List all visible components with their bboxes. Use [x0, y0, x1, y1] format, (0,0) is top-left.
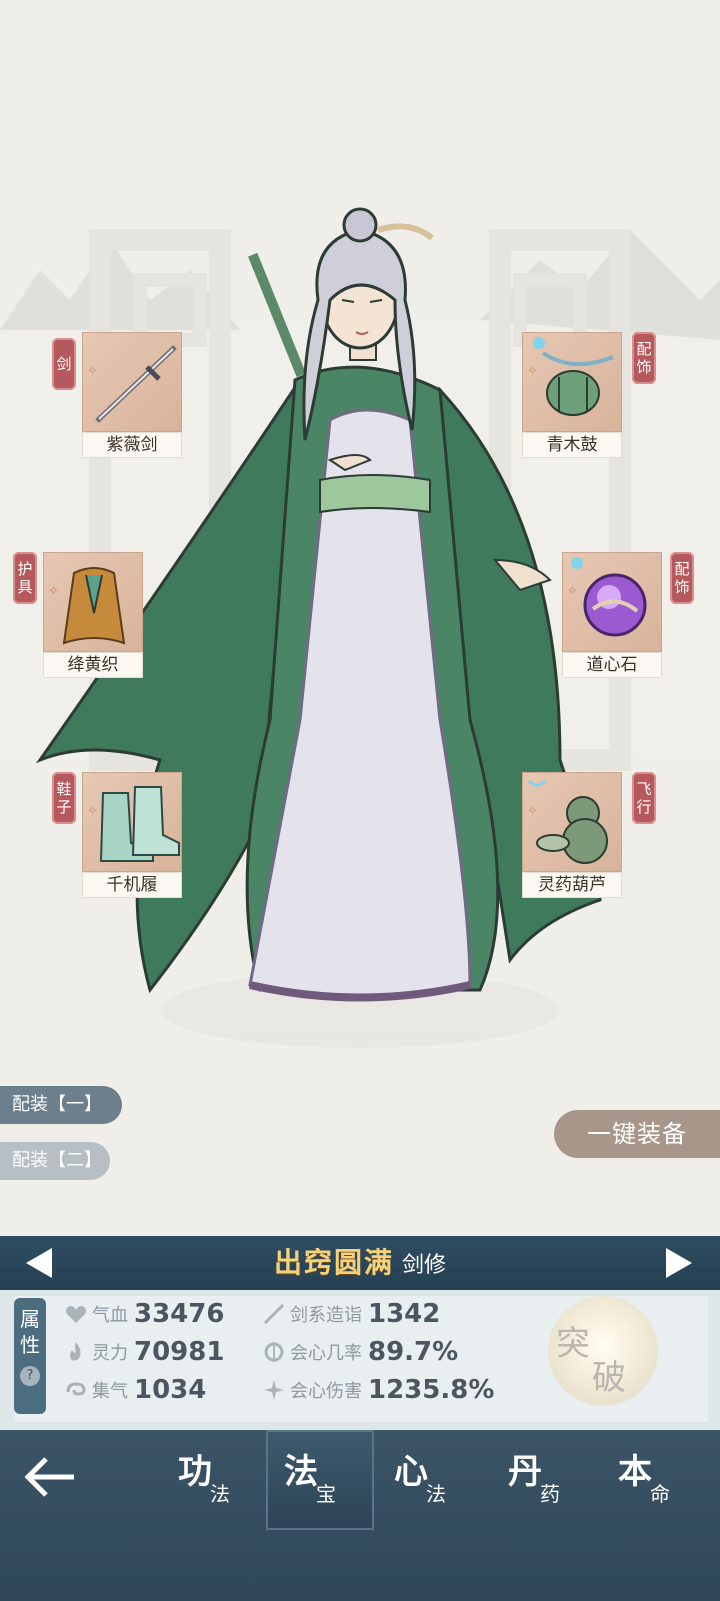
tab-gongfa[interactable]: 功 法: [160, 1430, 268, 1530]
stat-value: 70981: [134, 1337, 225, 1367]
realm-class: 剑修: [402, 1253, 447, 1278]
character-stage: ✧ 紫薇剑 剑 ✧ 绛黄织 护具 ✧ 千机履 鞋 子 ✧ 青木鼓 配 饰 ✧ 道…: [0, 0, 720, 1236]
tab-char: 宝: [316, 1482, 336, 1506]
slot-category-label: 配饰: [670, 552, 694, 604]
crit-rate-icon: [264, 1342, 284, 1362]
stat-hp: 气血 33476: [64, 1296, 224, 1332]
breakthrough-button[interactable]: 突 破: [548, 1296, 658, 1406]
slot-category-label: 护具: [13, 552, 37, 604]
loadout-tab-2[interactable]: 配装【二】: [0, 1142, 110, 1180]
stat-crit-rate: 会心几率 89.7%: [262, 1334, 458, 1370]
slot-category-label: 剑: [52, 338, 76, 390]
bottom-nav: 功 法 法 宝 心 法 丹 药 本 命: [0, 1430, 720, 1601]
stat-label: 灵力: [92, 1343, 128, 1364]
bind-icon: ✧: [567, 584, 578, 599]
crit-damage-icon: [264, 1380, 284, 1400]
stat-value: 89.7%: [368, 1337, 459, 1367]
armor-image: ✧: [43, 552, 143, 652]
tab-xinfa[interactable]: 心 法: [376, 1430, 484, 1530]
bind-icon: ✧: [527, 804, 538, 819]
slot-name: 青木鼓: [522, 432, 622, 458]
tab-char: 法: [210, 1482, 230, 1506]
stat-sword-mastery: 剑系造诣 1342: [262, 1296, 440, 1332]
tab-fabao[interactable]: 法 宝: [266, 1430, 374, 1530]
tab-benming[interactable]: 本 命: [600, 1430, 708, 1530]
slot-category-label: 飞行: [632, 772, 656, 824]
stat-value: 33476: [134, 1299, 225, 1329]
armor-icon: [62, 567, 126, 645]
stat-label: 会心伤害: [290, 1381, 362, 1402]
stat-label: 剑系造诣: [290, 1305, 362, 1326]
accessory-image: ✧: [522, 332, 622, 432]
tab-char: 命: [650, 1482, 670, 1506]
realm-title: 出窍圆满 剑修: [0, 1236, 720, 1294]
stat-value: 1034: [134, 1375, 207, 1405]
bind-icon: ✧: [87, 804, 98, 819]
slot-accessory-1[interactable]: ✧ 青木鼓 配饰: [522, 332, 656, 460]
tab-char: 丹: [508, 1452, 542, 1492]
stat-value: 1342: [368, 1299, 441, 1329]
boots-icon: [99, 786, 180, 862]
tab-char: 心: [394, 1452, 428, 1492]
bind-icon: ✧: [48, 584, 59, 599]
slot-flying[interactable]: ✧ 灵药葫芦 飞行: [522, 772, 656, 900]
orb-icon: [571, 557, 647, 637]
stat-value: 1235.8%: [368, 1375, 495, 1405]
slot-name: 道心石: [562, 652, 662, 678]
stat-label: 会心几率: [290, 1343, 362, 1364]
tab-char: 法: [284, 1452, 318, 1492]
realm-name: 出窍圆满: [273, 1246, 394, 1279]
slot-weapon[interactable]: ✧ 紫薇剑 剑: [52, 332, 182, 460]
weapon-image: ✧: [82, 332, 182, 432]
equip-all-button[interactable]: 一键装备: [554, 1110, 720, 1158]
bind-icon: ✧: [527, 364, 538, 379]
slot-armor[interactable]: ✧ 绛黄织 护具: [13, 552, 143, 680]
next-arrow-icon[interactable]: [662, 1246, 696, 1280]
tab-char: 药: [540, 1482, 560, 1506]
stat-crit-damage: 会心伤害 1235.8%: [262, 1372, 494, 1408]
stat-spirit: 灵力 70981: [64, 1334, 224, 1370]
attributes-tab-char: 性: [20, 1333, 40, 1357]
slot-accessory-2[interactable]: ✧ 道心石 配饰: [562, 552, 694, 680]
realm-bar: 出窍圆满 剑修: [0, 1236, 720, 1290]
help-icon[interactable]: ?: [20, 1366, 40, 1386]
tab-char: 法: [426, 1482, 446, 1506]
breakthrough-char: 破: [592, 1358, 626, 1398]
stat-label: 气血: [92, 1305, 128, 1326]
accessory-image: ✧: [562, 552, 662, 652]
drum-icon: [533, 337, 614, 416]
heart-icon: [66, 1306, 86, 1323]
shoes-image: ✧: [82, 772, 182, 872]
slot-name: 千机履: [82, 872, 182, 898]
tab-char: 功: [178, 1452, 212, 1492]
flame-icon: [70, 1342, 81, 1361]
slot-category-label: 配饰: [632, 332, 656, 384]
sword-icon: [95, 345, 177, 423]
slot-name: 绛黄织: [43, 652, 143, 678]
slot-shoes[interactable]: ✧ 千机履 鞋子: [52, 772, 182, 900]
slot-name: 灵药葫芦: [522, 872, 622, 898]
sword-skill-icon: [263, 1303, 285, 1325]
attributes-tab: 属 性 ?: [14, 1298, 46, 1414]
loadout-tab-1[interactable]: 配装【一】: [0, 1086, 122, 1124]
back-arrow-icon[interactable]: [20, 1452, 80, 1502]
stat-label: 集气: [92, 1381, 128, 1402]
bind-icon: ✧: [87, 364, 98, 379]
flying-image: ✧: [522, 772, 622, 872]
tab-danyao[interactable]: 丹 药: [490, 1430, 598, 1530]
breakthrough-char: 突: [556, 1324, 590, 1364]
slot-category-label: 鞋子: [52, 772, 76, 824]
stat-qi-gather: 集气 1034: [64, 1372, 206, 1408]
attributes-tab-char: 属: [20, 1307, 40, 1331]
tab-char: 本: [618, 1452, 652, 1492]
gourd-icon: [527, 779, 608, 864]
slot-name: 紫薇剑: [82, 432, 182, 458]
swirl-icon: [66, 1382, 86, 1396]
